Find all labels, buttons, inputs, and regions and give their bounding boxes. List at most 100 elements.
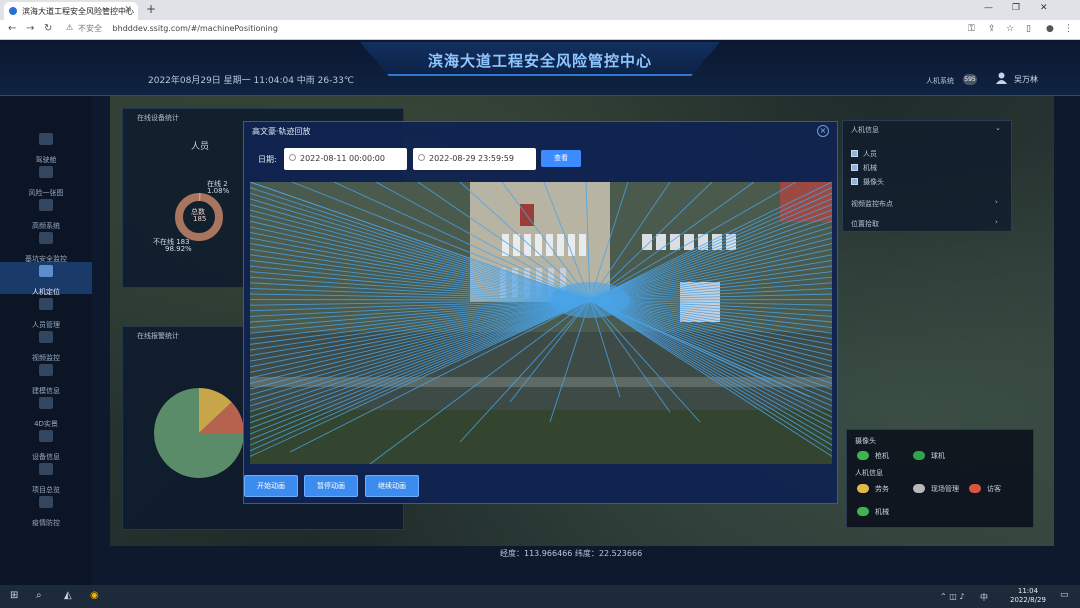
nav-item-icon bbox=[39, 265, 53, 277]
sidebar-icon[interactable]: ▯ bbox=[1026, 24, 1031, 34]
chrome-icon[interactable]: ◉ bbox=[90, 590, 99, 601]
left-nav: 驾驶舱 风险一张图 高频系统 基坑安全监控 人机定位 人员管理 视频监控 建模信息 4D实景 设备… bbox=[0, 96, 92, 585]
share-icon[interactable]: ⇪ bbox=[988, 24, 996, 34]
alarm-pie-chart bbox=[154, 388, 244, 478]
user-name[interactable]: 吴万林 bbox=[1014, 74, 1038, 85]
system-clock[interactable]: 11:04 2022/8/29 bbox=[1010, 587, 1046, 605]
location-pick-link[interactable]: 位置拾取 bbox=[851, 219, 879, 229]
track-map[interactable] bbox=[250, 182, 832, 464]
end-date-input[interactable]: 2022-08-29 23:59:59 bbox=[413, 148, 536, 170]
legend-persons-title: 人机信息 bbox=[855, 469, 883, 477]
nav-item[interactable]: 项目总览 bbox=[0, 460, 92, 494]
app-icon[interactable]: ◭ bbox=[64, 590, 72, 601]
visitor-helmet-icon bbox=[969, 484, 981, 493]
top-header: 滨海大道工程安全风险管控中心 2022年08月29日 星期一 11:04:04 … bbox=[0, 40, 1080, 96]
checkbox-persons[interactable] bbox=[851, 150, 858, 157]
nav-item[interactable]: 驾驶舱 bbox=[0, 130, 92, 164]
nav-item[interactable]: 基坑安全监控 bbox=[0, 229, 92, 263]
profile-icon[interactable]: ● bbox=[1046, 24, 1054, 34]
video-points-link[interactable]: 视频监控布点 bbox=[851, 199, 893, 209]
chevron-right-icon[interactable]: › bbox=[995, 198, 998, 206]
nav-item-icon bbox=[39, 496, 53, 508]
nav-item[interactable]: 视频监控 bbox=[0, 328, 92, 362]
query-button[interactable]: 查看 bbox=[541, 150, 581, 167]
white-building bbox=[513, 234, 520, 256]
key-icon[interactable]: ⚿ bbox=[968, 24, 975, 34]
legend-gun-camera: 枪机 bbox=[875, 452, 889, 460]
white-building bbox=[656, 234, 666, 250]
legend-labor: 劳务 bbox=[875, 485, 889, 493]
bookmark-star-icon[interactable]: ☆ bbox=[1006, 24, 1014, 34]
url-field[interactable]: ⚠ 不安全 bhdddev.ssitg.com/#/machinePositio… bbox=[64, 23, 944, 37]
nav-item[interactable]: 风险一张图 bbox=[0, 163, 92, 197]
maximize-icon[interactable]: ❐ bbox=[1012, 3, 1020, 13]
warning-icon: ⚠ bbox=[66, 23, 74, 32]
white-building bbox=[557, 234, 564, 256]
white-building bbox=[502, 234, 509, 256]
end-date-value: 2022-08-29 23:59:59 bbox=[429, 154, 514, 163]
close-tab-icon[interactable]: ✕ bbox=[124, 5, 132, 15]
filter-header[interactable]: 人机信息 bbox=[851, 125, 879, 135]
reload-icon[interactable]: ↻ bbox=[44, 23, 52, 34]
tab-title: 滨海大道工程安全风险管控中心 bbox=[22, 7, 134, 16]
legend-camera-title: 摄像头 bbox=[855, 437, 876, 445]
nav-item[interactable]: 高频系统 bbox=[0, 196, 92, 230]
start-animation-button[interactable]: 开始动画 bbox=[244, 475, 298, 497]
clock-time: 11:04 bbox=[1017, 587, 1039, 595]
start-date-input[interactable]: 2022-08-11 00:00:00 bbox=[284, 148, 407, 170]
notification-icon[interactable]: ▭ bbox=[1060, 590, 1069, 600]
datetime-weather: 2022年08月29日 星期一 11:04:04 中雨 26-33℃ bbox=[148, 76, 354, 86]
offline-percent: 98.92% bbox=[165, 245, 192, 253]
pause-animation-button[interactable]: 暂停动画 bbox=[304, 475, 358, 497]
nav-item[interactable]: 设备信息 bbox=[0, 427, 92, 461]
menu-icon[interactable]: ⋮ bbox=[1064, 24, 1073, 34]
online-device-title: 在线设备统计 bbox=[137, 114, 179, 122]
search-icon[interactable]: ⌕ bbox=[36, 590, 42, 601]
coordinate-readout: 经度：113.966466 纬度：22.523666 bbox=[500, 549, 643, 558]
track-hotspot bbox=[550, 282, 630, 318]
new-tab-button[interactable]: + bbox=[146, 2, 156, 16]
labor-helmet-icon bbox=[857, 484, 869, 493]
white-building bbox=[684, 234, 694, 250]
legend-site-manager: 现场管理 bbox=[931, 485, 959, 493]
checkbox-machinery[interactable] bbox=[851, 164, 858, 171]
chevron-right-icon[interactable]: › bbox=[995, 218, 998, 226]
option-persons-label: 人员 bbox=[863, 150, 877, 158]
clock-icon bbox=[418, 154, 425, 161]
tray-icons[interactable]: ⌃ ◫ ♪ bbox=[940, 592, 964, 601]
filter-collapse-icon[interactable]: ⌄ bbox=[995, 124, 1001, 132]
minimize-icon[interactable]: — bbox=[984, 3, 993, 13]
back-icon[interactable]: ← bbox=[8, 23, 16, 34]
persons-label: 人员 bbox=[191, 142, 210, 152]
online-percent: 1.08% bbox=[207, 187, 230, 195]
nav-item[interactable]: 4D实景 bbox=[0, 394, 92, 428]
white-building bbox=[579, 234, 586, 256]
system-name[interactable]: 人机系统 bbox=[926, 76, 954, 86]
nav-item-icon bbox=[39, 199, 53, 211]
windows-start-icon[interactable]: ⊞ bbox=[10, 590, 18, 601]
input-language[interactable]: 中 bbox=[980, 592, 988, 603]
checkbox-camera[interactable] bbox=[851, 178, 858, 185]
nav-item[interactable]: 建模信息 bbox=[0, 361, 92, 395]
nav-item-label: 疫情防控 bbox=[32, 519, 60, 527]
resume-animation-button[interactable]: 继续动画 bbox=[365, 475, 419, 497]
nav-item[interactable]: 疫情防控 bbox=[0, 493, 92, 527]
clock-date: 2022/8/29 bbox=[1010, 596, 1046, 604]
close-window-icon[interactable]: ✕ bbox=[1040, 3, 1048, 13]
windows-taskbar: ⊞ ⌕ ◭ ◉ ⌃ ◫ ♪ 中 11:04 2022/8/29 ▭ bbox=[0, 585, 1080, 608]
manager-helmet-icon bbox=[913, 484, 925, 493]
user-icon[interactable] bbox=[996, 72, 1007, 84]
dome-camera-icon bbox=[913, 451, 925, 460]
forward-icon[interactable]: → bbox=[26, 23, 34, 34]
nav-item[interactable]: 人员管理 bbox=[0, 295, 92, 329]
close-icon[interactable]: × bbox=[817, 125, 829, 137]
nav-item-icon bbox=[39, 133, 53, 145]
nav-item-icon bbox=[39, 166, 53, 178]
nav-item[interactable]: 人机定位 bbox=[0, 262, 92, 296]
legend-machinery: 机械 bbox=[875, 508, 889, 516]
nav-item-icon bbox=[39, 331, 53, 343]
nav-item-icon bbox=[39, 430, 53, 442]
nav-item-icon bbox=[39, 463, 53, 475]
track-lines-layer bbox=[250, 182, 832, 464]
browser-tab[interactable]: 滨海大道工程安全风险管控中心 ✕ bbox=[4, 2, 138, 20]
